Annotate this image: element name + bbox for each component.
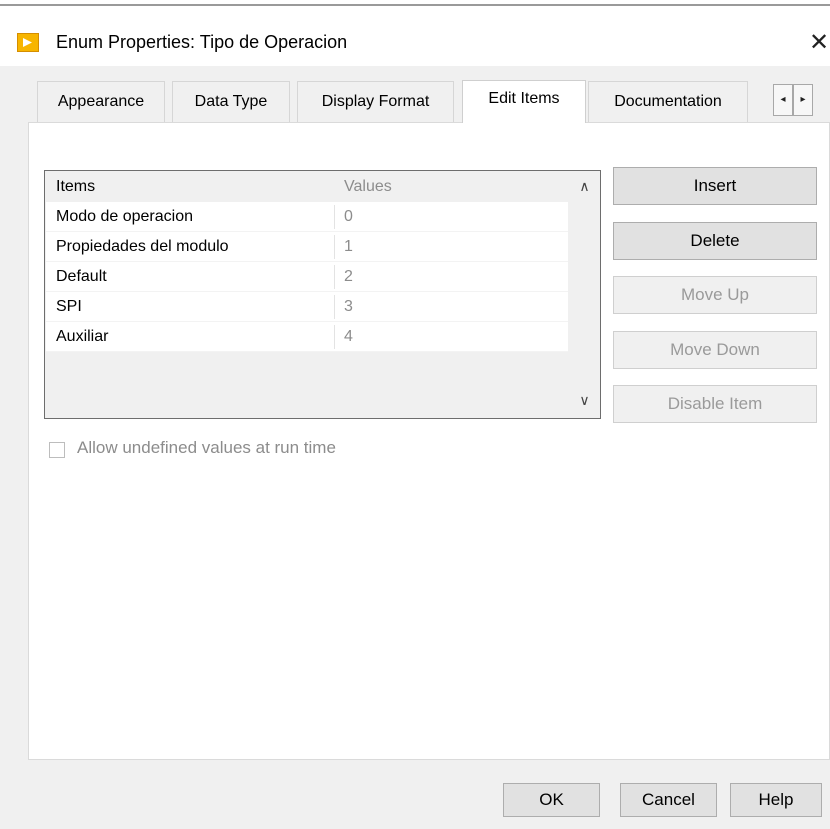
scroll-down-icon[interactable]: ∨: [569, 388, 600, 414]
column-divider: [334, 205, 335, 229]
item-name[interactable]: Auxiliar: [56, 322, 108, 352]
column-divider: [334, 235, 335, 259]
table-row[interactable]: Auxiliar 4: [46, 322, 568, 352]
move-down-button[interactable]: Move Down: [613, 331, 817, 369]
column-header-values: Values: [344, 178, 392, 195]
ok-button[interactable]: OK: [503, 783, 600, 817]
item-name[interactable]: SPI: [56, 292, 82, 322]
item-name[interactable]: Modo de operacion: [56, 202, 193, 232]
allow-undefined-checkbox[interactable]: [49, 442, 65, 458]
tab-scroll-right-icon[interactable]: ▸: [793, 84, 813, 116]
table-row[interactable]: Modo de operacion 0: [46, 202, 568, 232]
delete-button[interactable]: Delete: [613, 222, 817, 260]
item-name[interactable]: Propiedades del modulo: [56, 232, 229, 262]
disable-item-button[interactable]: Disable Item: [613, 385, 817, 423]
table-row[interactable]: Propiedades del modulo 1: [46, 232, 568, 262]
table-row[interactable]: Default 2: [46, 262, 568, 292]
title-bar: Enum Properties: Tipo de Operacion ✕: [0, 6, 830, 66]
item-value: 3: [344, 298, 353, 315]
item-value: 4: [344, 328, 353, 345]
cancel-button[interactable]: Cancel: [620, 783, 717, 817]
scroll-up-icon[interactable]: ∧: [569, 174, 600, 200]
table-row[interactable]: SPI 3: [46, 292, 568, 322]
column-divider: [334, 295, 335, 319]
table-scrollbar[interactable]: ∧ ∨: [569, 172, 600, 417]
move-up-button[interactable]: Move Up: [613, 276, 817, 314]
item-value: 1: [344, 238, 353, 255]
labview-app-icon: [17, 33, 39, 52]
tab-data-type[interactable]: Data Type: [172, 81, 290, 123]
help-button[interactable]: Help: [730, 783, 822, 817]
close-icon[interactable]: ✕: [808, 28, 830, 56]
column-header-items: Items: [56, 178, 96, 195]
tab-documentation[interactable]: Documentation: [588, 81, 748, 123]
insert-button[interactable]: Insert: [613, 167, 817, 205]
items-table: Items Values Modo de operacion 0 Propied…: [44, 170, 601, 419]
column-divider: [334, 265, 335, 289]
column-divider: [334, 325, 335, 349]
tab-display-format[interactable]: Display Format: [297, 81, 454, 123]
table-header: Items Values: [46, 172, 568, 202]
tab-appearance[interactable]: Appearance: [37, 81, 165, 123]
allow-undefined-label: Allow undefined values at run time: [77, 438, 336, 457]
tab-edit-items[interactable]: Edit Items: [462, 80, 586, 123]
item-name[interactable]: Default: [56, 262, 107, 292]
tab-scroll-left-icon[interactable]: ◂: [773, 84, 793, 116]
item-value: 2: [344, 268, 353, 285]
window-title: Enum Properties: Tipo de Operacion: [56, 32, 348, 52]
item-value: 0: [344, 208, 353, 225]
